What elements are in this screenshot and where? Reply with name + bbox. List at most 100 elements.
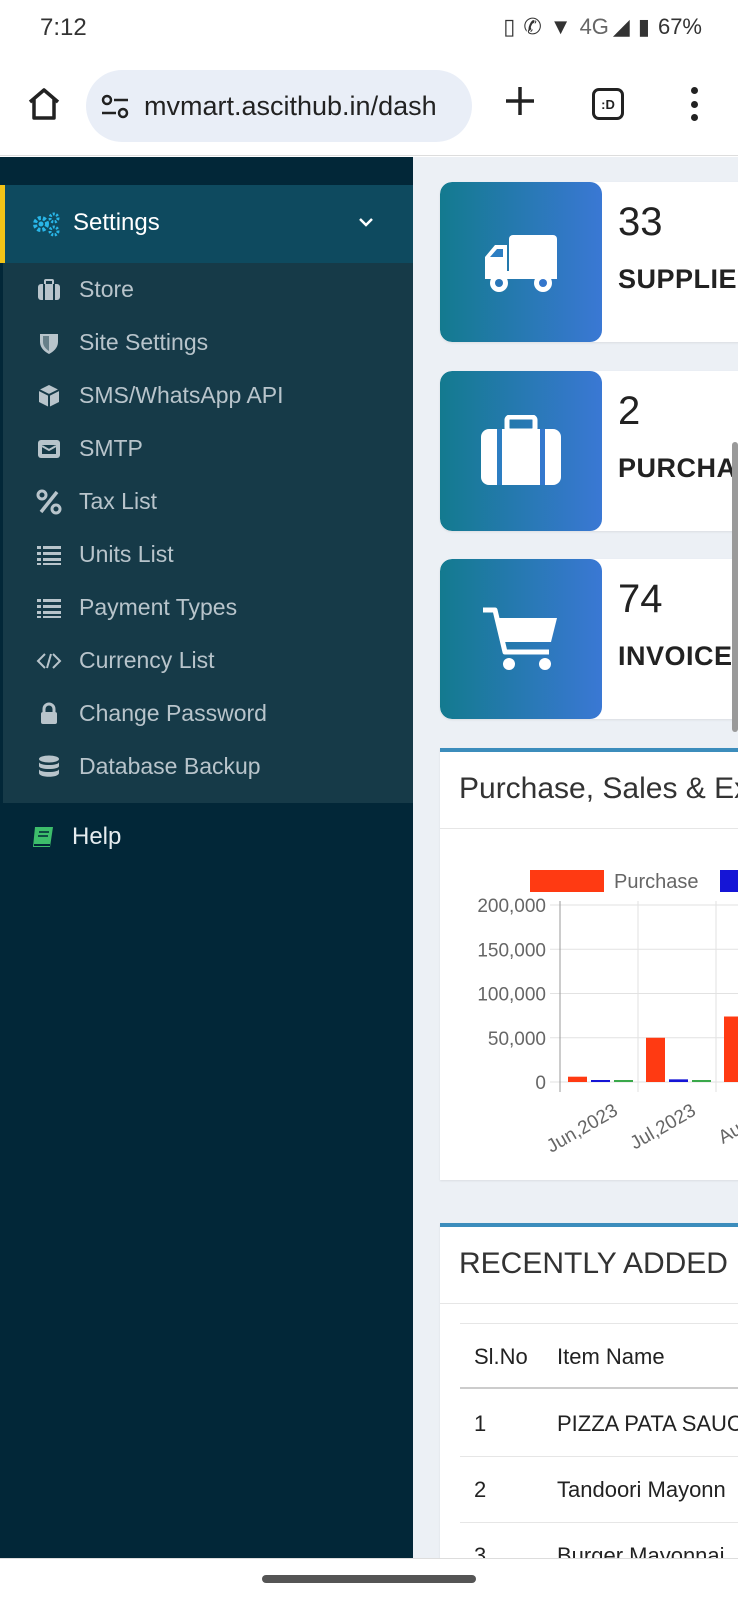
site-settings-icon[interactable] [100,92,130,122]
sidebar-item-label: Database Backup [79,753,261,779]
table-row[interactable]: 1 PIZZA PATA SAUC [460,1391,738,1457]
home-icon[interactable] [24,84,64,124]
sidebar-item-label: Units List [79,541,174,567]
cell-slno: 3 [474,1543,487,1558]
purchase-sales-chart: Purchase 200,000 150,000 100,000 50,000 0 Jun,… [477,870,738,1157]
status-icons: ▯ ✆ ▼ 4G ◢ ▮ 67% [503,14,702,40]
table-row[interactable]: 2 Tandoori Mayonn [460,1457,738,1523]
page-scrollbar[interactable] [732,442,738,732]
sidebar-item-label: SMS/WhatsApp API [79,382,284,408]
sidebar-settings-label: Settings [73,209,160,236]
sidebar-item-settings[interactable]: Settings [0,185,413,263]
network-type: 4G [579,14,609,39]
sidebar-item-database-backup[interactable]: Database Backup [3,740,413,793]
sidebar-item-units-list[interactable]: Units List [3,528,413,581]
recent-items-panel: RECENTLY ADDED ITE Sl.No Item Name 1 PIZ… [440,1223,738,1558]
stat-card-suppliers[interactable]: 33 SUPPLIE [440,182,738,342]
stat-value: 33 [618,200,663,244]
table-panel-title: RECENTLY ADDED ITE [459,1247,738,1280]
col-header-item-name: Item Name [557,1344,665,1369]
legend-swatch [530,870,604,892]
bar-purchase-1 [646,1037,665,1082]
sidebar-item-label: SMTP [79,435,143,461]
y-tick-label: 0 [535,1073,546,1094]
status-bar: 7:12 ▯ ✆ ▼ 4G ◢ ▮ 67% [0,0,738,56]
briefcase-icon [481,415,561,485]
col-header-slno: Sl.No [474,1344,528,1369]
briefcase-icon [38,279,60,300]
bar-purchase-0 [568,1076,587,1082]
list-icon [37,599,61,618]
lock-icon [41,702,57,724]
sidebar-item-label: Store [79,276,134,302]
battery-icon: ▮ [637,14,650,39]
sidebar-item-smtp[interactable]: SMTP [3,422,413,475]
database-icon [39,755,59,777]
browser-toolbar: mvmart.ascithub.in/dash :D [0,56,738,156]
sidebar-item-site-settings[interactable]: Site Settings [3,316,413,369]
x-tick-label: Jun,2023 [543,1100,621,1157]
address-bar[interactable]: mvmart.ascithub.in/dash [86,70,472,142]
main-content: 33 SUPPLIE 2 PURCHA 74 INVOICE Purchase,… [413,157,738,1558]
y-tick-label: 100,000 [477,985,546,1006]
new-tab-icon[interactable] [500,81,540,121]
truck-icon [485,235,557,292]
sidebar-item-store[interactable]: Store [3,263,413,316]
y-tick-label: 150,000 [477,940,546,961]
stat-card-purchases[interactable]: 2 PURCHA [440,371,738,531]
cube-icon [38,385,60,407]
battery-percent: 67% [657,14,702,39]
sidebar-item-label: Payment Types [79,594,238,620]
stat-value: 2 [618,389,641,433]
cell-item-name: Burger Mayonnai [557,1543,725,1558]
bar-series-2-1 [669,1079,688,1082]
overflow-menu-icon[interactable] [682,84,706,124]
gears-icon [33,212,60,237]
sidebar-item-change-password[interactable]: Change Password [3,687,413,740]
url-text: mvmart.ascithub.in/dash [144,91,437,121]
table-header: Sl.No Item Name [460,1323,738,1389]
settings-submenu: Store Site Settings SMS/WhatsApp API SMT… [3,263,413,803]
stat-label: SUPPLIE [618,264,738,294]
stat-label: PURCHA [618,453,737,483]
sidebar-item-tax-list[interactable]: Tax List [3,475,413,528]
legend-swatch [720,870,738,892]
envelope-icon [38,440,60,458]
sidebar: Settings Store Site Settings SMS/WhatsAp… [0,157,413,1558]
sidebar-item-label: Change Password [79,700,267,726]
chevron-down-icon[interactable] [357,213,375,231]
stat-icon-box [440,371,602,531]
sidebar-item-label: Site Settings [79,329,209,355]
code-icon [36,653,62,669]
tab-switcher-button[interactable]: :D [592,88,624,120]
sidebar-item-payment-types[interactable]: Payment Types [3,581,413,634]
legend-label: Purchase [614,871,699,893]
bar-series-3-1 [692,1080,711,1082]
book-icon [33,827,53,847]
home-gesture-pill[interactable] [262,1575,476,1583]
cell-slno: 1 [474,1411,487,1436]
x-tick-label: Jul,2023 [627,1100,700,1154]
bar-purchase-2 [724,1016,738,1082]
gesture-nav-bar [0,1558,738,1600]
stat-card-invoices[interactable]: 74 INVOICE [440,559,738,719]
stat-label: INVOICE [618,641,733,671]
sidebar-item-help[interactable]: Help [0,807,413,867]
cell-slno: 2 [474,1477,487,1502]
percent-icon [36,489,62,515]
signal-icon: ◢ [612,14,630,39]
chart-panel-title: Purchase, Sales & Exp [459,772,738,805]
vibrate-icon: ▯ [503,14,516,39]
table-row[interactable]: 3 Burger Mayonnai [460,1523,738,1558]
sidebar-item-sms-whatsapp-api[interactable]: SMS/WhatsApp API [3,369,413,422]
wifi-icon: ▼ [549,14,572,39]
sidebar-help-label: Help [72,823,122,850]
y-tick-label: 50,000 [488,1029,546,1050]
sidebar-item-currency-list[interactable]: Currency List [3,634,413,687]
y-tick-label: 200,000 [477,896,546,917]
list-icon [37,546,61,565]
bar-series-3-0 [614,1080,633,1082]
stat-icon-box [440,182,602,342]
stat-icon-box [440,559,602,719]
sidebar-item-label: Tax List [79,488,157,514]
